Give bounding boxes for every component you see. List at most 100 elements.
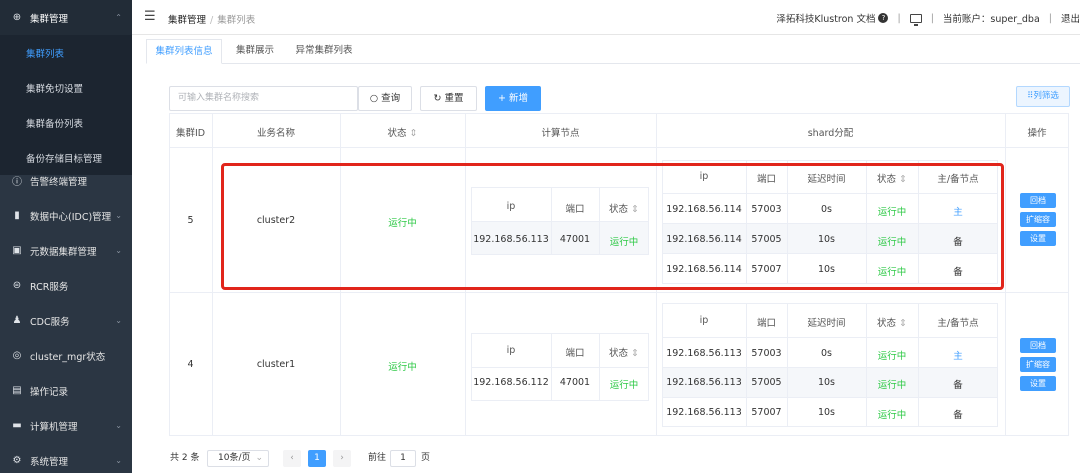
shard-header-port: 端口 [756, 318, 776, 329]
scale-button[interactable]: 扩缩容 [1020, 212, 1056, 227]
divider [169, 292, 1069, 293]
shard-header-status: 状态 ⇕ [866, 171, 918, 185]
shard-ip: 192.168.56.114 [666, 234, 742, 245]
rollback-button[interactable]: 回档 [1020, 338, 1056, 353]
header-business-name: 业务名称 [256, 128, 295, 139]
shard-header-status: 状态 ⇕ [866, 315, 918, 329]
shard-role: 备 [953, 380, 963, 391]
scale-button[interactable]: 扩缩容 [1020, 357, 1056, 372]
next-page-button[interactable]: › [333, 450, 351, 467]
shard-ip: 192.168.56.113 [666, 377, 742, 388]
account-label: 当前账户：super_dba [942, 14, 1040, 25]
sidebar-item-system-mgmt[interactable]: ⚙ 系统管理 ⌄ [0, 443, 132, 473]
compute-ip: 192.168.56.112 [473, 377, 549, 388]
header-compute-nodes: 计算节点 [541, 128, 580, 139]
shard-port: 57003 [751, 204, 782, 215]
rcr-icon: ⊜ [12, 280, 22, 291]
breadcrumb-item[interactable]: 集群管理 [168, 15, 206, 26]
sidebar-item-label: 操作记录 [30, 386, 69, 398]
divider [662, 367, 998, 368]
shard-port: 57005 [751, 234, 782, 245]
settings-button[interactable]: 设置 [1020, 231, 1056, 246]
add-button[interactable]: + 新增 [485, 86, 541, 111]
divider [465, 113, 466, 436]
query-button[interactable]: ○ 查询 [358, 86, 412, 111]
prev-page-button[interactable]: ‹ [283, 450, 301, 467]
shard-delay: 10s [817, 234, 836, 245]
sidebar-item-idc[interactable]: ▮ 数据中心(IDC)管理 ⌄ [0, 198, 132, 233]
cell-cluster-id: 4 [187, 359, 194, 370]
chevron-down-icon: ⌄ [115, 246, 122, 255]
help-icon[interactable]: ? [878, 13, 889, 23]
sidebar-item-label: 集群备份列表 [26, 118, 84, 130]
logout-link[interactable]: 退出 [1061, 11, 1080, 25]
docs-link[interactable]: 泽拓科技Klustron 文档 [776, 11, 875, 25]
sort-icon[interactable]: ⇕ [631, 348, 639, 359]
shard-port: 57003 [751, 348, 782, 359]
divider [471, 367, 649, 368]
tab-abnormal-clusters[interactable]: 异常集群列表 [288, 39, 360, 64]
tab-cluster-list-info[interactable]: 集群列表信息 [146, 39, 222, 64]
sidebar: ⊕ 集群管理 ⌃ 集群列表 集群免切设置 集群备份列表 备份存储目标管理 ⓘ 告… [0, 0, 132, 473]
sidebar-item-operation-log[interactable]: ▤ 操作记录 [0, 373, 132, 408]
header-status-label: 状态 [387, 128, 407, 139]
column-filter-button[interactable]: ⠿列筛选 [1016, 86, 1070, 107]
reset-button[interactable]: ↻ 重置 [420, 86, 477, 111]
shard-header-delay: 延迟时间 [807, 174, 846, 185]
divider [169, 147, 1069, 148]
sidebar-item-cdc[interactable]: ♟ CDC服务 ⌄ [0, 303, 132, 338]
tab-cluster-display[interactable]: 集群展示 [226, 39, 284, 64]
compute-header-status-label: 状态 [608, 204, 628, 215]
compute-port: 47001 [559, 234, 591, 245]
compute-header-ip: ip [506, 201, 516, 212]
sort-icon[interactable]: ⇕ [631, 204, 639, 215]
shard-ip: 192.168.56.114 [666, 264, 742, 275]
breadcrumb: 集群管理 / 集群列表 [168, 12, 255, 26]
sidebar-item-label: 集群列表 [26, 48, 65, 60]
sort-icon[interactable]: ⇕ [899, 174, 907, 185]
search-input[interactable]: 可输入集群名称搜索 [169, 86, 358, 111]
settings-button[interactable]: 设置 [1020, 376, 1056, 391]
sidebar-item-backup-list[interactable]: 集群备份列表 [0, 105, 132, 140]
page-size-select[interactable]: 10条/页 ⌄ [207, 450, 269, 467]
sidebar-item-computer-mgmt[interactable]: ▬ 计算机管理 ⌄ [0, 408, 132, 443]
sidebar-item-cluster-mgmt[interactable]: ⊕ 集群管理 ⌃ [0, 0, 132, 35]
shard-ip: 192.168.56.114 [666, 204, 742, 215]
top-bar: ☰ 集群管理 / 集群列表 泽拓科技Klustron 文档 ? | | 当前账户：s… [132, 0, 1080, 35]
monitor-icon[interactable] [909, 13, 922, 26]
shard-delay: 10s [817, 377, 836, 388]
divider: | [930, 12, 934, 24]
sidebar-item-alert-terminal[interactable]: ⓘ 告警终端管理 [0, 163, 132, 198]
shard-header-status-label: 状态 [876, 174, 896, 185]
compute-header-ip: ip [506, 345, 516, 356]
divider [662, 337, 998, 338]
sidebar-item-cluster-mgr-status[interactable]: ◎ cluster_mgr状态 [0, 338, 132, 373]
shard-header-status-label: 状态 [876, 318, 896, 329]
sidebar-item-cluster-list[interactable]: 集群列表 [0, 35, 132, 70]
sort-icon[interactable]: ⇕ [410, 128, 418, 139]
shard-role: 备 [953, 410, 963, 421]
sidebar-item-rcr[interactable]: ⊜ RCR服务 [0, 268, 132, 303]
app-root: ⊕ 集群管理 ⌃ 集群列表 集群免切设置 集群备份列表 备份存储目标管理 ⓘ 告… [0, 0, 1080, 473]
sort-icon[interactable]: ⇕ [899, 318, 907, 329]
shard-status: 运行中 [877, 380, 907, 391]
sidebar-item-metadata-cluster[interactable]: ▣ 元数据集群管理 ⌄ [0, 233, 132, 268]
sidebar-item-failover-settings[interactable]: 集群免切设置 [0, 70, 132, 105]
compute-header-port: 端口 [565, 204, 585, 215]
shard-role: 主 [953, 351, 963, 362]
shard-header-role: 主/备节点 [937, 318, 979, 329]
header-operations: 操作 [1027, 128, 1047, 139]
search-icon: ○ [369, 93, 379, 104]
compute-ip: 192.168.56.113 [473, 234, 549, 245]
metadata-icon: ▣ [12, 245, 22, 256]
status-badge: 运行中 [388, 362, 417, 373]
goto-page-input[interactable]: 1 [390, 450, 416, 467]
compute-status: 运行中 [609, 380, 639, 391]
menu-toggle-icon[interactable]: ☰ [144, 9, 156, 24]
shard-status: 运行中 [877, 351, 907, 362]
divider [340, 113, 341, 436]
page-number-current[interactable]: 1 [308, 450, 326, 467]
rollback-button[interactable]: 回档 [1020, 193, 1056, 208]
status-badge: 运行中 [388, 218, 417, 229]
header-status[interactable]: 状态 ⇕ [340, 125, 465, 139]
